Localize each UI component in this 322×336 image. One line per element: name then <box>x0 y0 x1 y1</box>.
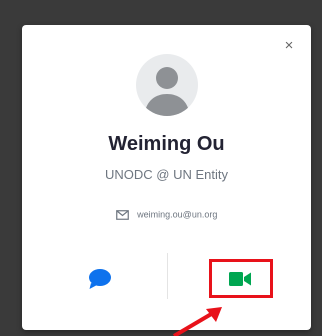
close-button[interactable]: × <box>281 38 297 54</box>
chat-button[interactable] <box>88 268 112 290</box>
mail-icon <box>115 209 129 220</box>
person-placeholder-icon <box>144 67 190 116</box>
action-divider <box>167 253 168 299</box>
contact-email[interactable]: weiming.ou@un.org <box>137 210 217 220</box>
email-row: weiming.ou@un.org <box>22 209 311 220</box>
chat-bubble-icon <box>89 269 111 289</box>
contact-name: Weiming Ou <box>108 133 225 155</box>
close-icon: × <box>284 37 294 54</box>
video-call-button[interactable] <box>209 259 273 298</box>
contact-card: × Weiming Ou UNODC @ UN Entity weiming.o… <box>22 25 311 330</box>
video-camera-icon <box>229 271 251 286</box>
avatar <box>136 54 198 116</box>
contact-organization: UNODC @ UN Entity <box>105 167 228 182</box>
